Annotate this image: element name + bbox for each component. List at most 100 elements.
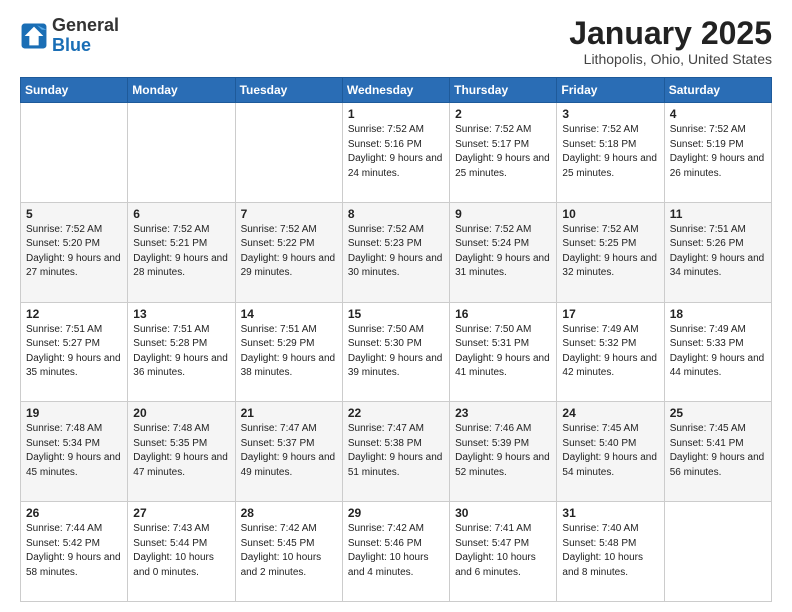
day-info: Sunrise: 7:52 AM Sunset: 5:24 PM Dayligh… xyxy=(455,223,551,281)
calendar-cell: 17 Sunrise: 7:49 AM Sunset: 5:32 PM Dayli… xyxy=(557,302,664,402)
day-info: Sunrise: 7:40 AM Sunset: 5:48 PM Dayligh… xyxy=(562,522,658,580)
day-number: 25 xyxy=(670,406,766,420)
day-number: 7 xyxy=(241,207,337,221)
header: General Blue January 2025 Lithopolis, Oh… xyxy=(20,16,772,67)
day-info: Sunrise: 7:41 AM Sunset: 5:47 PM Dayligh… xyxy=(455,522,551,580)
day-number: 20 xyxy=(133,406,229,420)
day-number: 9 xyxy=(455,207,551,221)
calendar-cell: 11 Sunrise: 7:51 AM Sunset: 5:26 PM Dayli… xyxy=(664,202,771,302)
col-saturday: Saturday xyxy=(664,78,771,103)
day-number: 6 xyxy=(133,207,229,221)
day-number: 19 xyxy=(26,406,122,420)
day-number: 15 xyxy=(348,307,444,321)
day-number: 16 xyxy=(455,307,551,321)
month-title: January 2025 xyxy=(569,16,772,51)
calendar-cell: 7 Sunrise: 7:52 AM Sunset: 5:22 PM Daylig… xyxy=(235,202,342,302)
day-info: Sunrise: 7:49 AM Sunset: 5:33 PM Dayligh… xyxy=(670,323,766,381)
calendar-week-3: 19 Sunrise: 7:48 AM Sunset: 5:34 PM Dayli… xyxy=(21,402,772,502)
calendar-cell: 29 Sunrise: 7:42 AM Sunset: 5:46 PM Dayli… xyxy=(342,502,449,602)
day-info: Sunrise: 7:48 AM Sunset: 5:35 PM Dayligh… xyxy=(133,422,229,480)
calendar-cell: 23Sunrise: 7:46 AM Sunset: 5:39 PM Dayli… xyxy=(450,402,557,502)
calendar-cell: 21Sunrise: 7:47 AM Sunset: 5:37 PM Dayli… xyxy=(235,402,342,502)
calendar-cell: 5 Sunrise: 7:52 AM Sunset: 5:20 PM Daylig… xyxy=(21,202,128,302)
day-number: 30 xyxy=(455,506,551,520)
day-number: 28 xyxy=(241,506,337,520)
day-info: Sunrise: 7:43 AM Sunset: 5:44 PM Dayligh… xyxy=(133,522,229,580)
day-number: 27 xyxy=(133,506,229,520)
day-info: Sunrise: 7:49 AM Sunset: 5:32 PM Dayligh… xyxy=(562,323,658,381)
day-number: 11 xyxy=(670,207,766,221)
logo-general-text: General xyxy=(52,15,119,35)
day-number: 24 xyxy=(562,406,658,420)
calendar-cell: 2 Sunrise: 7:52 AM Sunset: 5:17 PM Daylig… xyxy=(450,103,557,203)
day-info: Sunrise: 7:52 AM Sunset: 5:21 PM Dayligh… xyxy=(133,223,229,281)
day-info: Sunrise: 7:51 AM Sunset: 5:26 PM Dayligh… xyxy=(670,223,766,281)
day-info: Sunrise: 7:48 AM Sunset: 5:34 PM Dayligh… xyxy=(26,422,122,480)
day-info: Sunrise: 7:52 AM Sunset: 5:25 PM Dayligh… xyxy=(562,223,658,281)
col-sunday: Sunday xyxy=(21,78,128,103)
day-number: 12 xyxy=(26,307,122,321)
day-info: Sunrise: 7:42 AM Sunset: 5:45 PM Dayligh… xyxy=(241,522,337,580)
col-wednesday: Wednesday xyxy=(342,78,449,103)
page: General Blue January 2025 Lithopolis, Oh… xyxy=(0,0,792,612)
day-info: Sunrise: 7:47 AM Sunset: 5:37 PM Dayligh… xyxy=(241,422,337,480)
day-number: 1 xyxy=(348,107,444,121)
day-number: 17 xyxy=(562,307,658,321)
day-info: Sunrise: 7:52 AM Sunset: 5:23 PM Dayligh… xyxy=(348,223,444,281)
day-info: Sunrise: 7:52 AM Sunset: 5:20 PM Dayligh… xyxy=(26,223,122,281)
calendar-cell: 12 Sunrise: 7:51 AM Sunset: 5:27 PM Dayli… xyxy=(21,302,128,402)
calendar-table: Sunday Monday Tuesday Wednesday Thursday… xyxy=(20,77,772,602)
day-number: 8 xyxy=(348,207,444,221)
calendar-cell: 24 Sunrise: 7:45 AM Sunset: 5:40 PM Dayli… xyxy=(557,402,664,502)
calendar-week-0: 1 Sunrise: 7:52 AM Sunset: 5:16 PM Daylig… xyxy=(21,103,772,203)
location: Lithopolis, Ohio, United States xyxy=(569,51,772,67)
calendar-week-4: 26Sunrise: 7:44 AM Sunset: 5:42 PM Dayli… xyxy=(21,502,772,602)
day-number: 2 xyxy=(455,107,551,121)
day-info: Sunrise: 7:50 AM Sunset: 5:31 PM Dayligh… xyxy=(455,323,551,381)
col-friday: Friday xyxy=(557,78,664,103)
day-info: Sunrise: 7:47 AM Sunset: 5:38 PM Dayligh… xyxy=(348,422,444,480)
day-number: 29 xyxy=(348,506,444,520)
calendar-cell: 18 Sunrise: 7:49 AM Sunset: 5:33 PM Dayli… xyxy=(664,302,771,402)
day-number: 4 xyxy=(670,107,766,121)
calendar-cell: 20 Sunrise: 7:48 AM Sunset: 5:35 PM Dayli… xyxy=(128,402,235,502)
day-info: Sunrise: 7:52 AM Sunset: 5:16 PM Dayligh… xyxy=(348,123,444,181)
day-number: 5 xyxy=(26,207,122,221)
day-number: 31 xyxy=(562,506,658,520)
calendar-cell: 22 Sunrise: 7:47 AM Sunset: 5:38 PM Dayli… xyxy=(342,402,449,502)
day-info: Sunrise: 7:51 AM Sunset: 5:27 PM Dayligh… xyxy=(26,323,122,381)
calendar-cell: 25Sunrise: 7:45 AM Sunset: 5:41 PM Dayli… xyxy=(664,402,771,502)
day-info: Sunrise: 7:52 AM Sunset: 5:17 PM Dayligh… xyxy=(455,123,551,181)
day-info: Sunrise: 7:51 AM Sunset: 5:29 PM Dayligh… xyxy=(241,323,337,381)
day-number: 18 xyxy=(670,307,766,321)
calendar-week-2: 12 Sunrise: 7:51 AM Sunset: 5:27 PM Dayli… xyxy=(21,302,772,402)
calendar-cell: 16 Sunrise: 7:50 AM Sunset: 5:31 PM Dayli… xyxy=(450,302,557,402)
calendar-cell: 27 Sunrise: 7:43 AM Sunset: 5:44 PM Dayli… xyxy=(128,502,235,602)
calendar-cell xyxy=(664,502,771,602)
calendar-cell: 30 Sunrise: 7:41 AM Sunset: 5:47 PM Dayli… xyxy=(450,502,557,602)
col-tuesday: Tuesday xyxy=(235,78,342,103)
day-info: Sunrise: 7:44 AM Sunset: 5:42 PM Dayligh… xyxy=(26,522,122,580)
logo-blue-text: Blue xyxy=(52,35,91,55)
day-info: Sunrise: 7:46 AM Sunset: 5:39 PM Dayligh… xyxy=(455,422,551,480)
day-info: Sunrise: 7:42 AM Sunset: 5:46 PM Dayligh… xyxy=(348,522,444,580)
day-info: Sunrise: 7:50 AM Sunset: 5:30 PM Dayligh… xyxy=(348,323,444,381)
calendar-cell: 8 Sunrise: 7:52 AM Sunset: 5:23 PM Daylig… xyxy=(342,202,449,302)
calendar-cell: 19 Sunrise: 7:48 AM Sunset: 5:34 PM Dayli… xyxy=(21,402,128,502)
calendar-cell: 1 Sunrise: 7:52 AM Sunset: 5:16 PM Daylig… xyxy=(342,103,449,203)
calendar-cell xyxy=(128,103,235,203)
day-number: 22 xyxy=(348,406,444,420)
calendar-cell xyxy=(235,103,342,203)
calendar-cell xyxy=(21,103,128,203)
day-info: Sunrise: 7:45 AM Sunset: 5:40 PM Dayligh… xyxy=(562,422,658,480)
logo-icon xyxy=(20,22,48,50)
day-info: Sunrise: 7:52 AM Sunset: 5:22 PM Dayligh… xyxy=(241,223,337,281)
calendar-cell: 28 Sunrise: 7:42 AM Sunset: 5:45 PM Dayli… xyxy=(235,502,342,602)
day-info: Sunrise: 7:52 AM Sunset: 5:18 PM Dayligh… xyxy=(562,123,658,181)
calendar-cell: 14Sunrise: 7:51 AM Sunset: 5:29 PM Dayli… xyxy=(235,302,342,402)
title-block: January 2025 Lithopolis, Ohio, United St… xyxy=(569,16,772,67)
calendar-cell: 13Sunrise: 7:51 AM Sunset: 5:28 PM Dayli… xyxy=(128,302,235,402)
calendar-week-1: 5 Sunrise: 7:52 AM Sunset: 5:20 PM Daylig… xyxy=(21,202,772,302)
calendar-cell: 3Sunrise: 7:52 AM Sunset: 5:18 PM Daylig… xyxy=(557,103,664,203)
calendar-cell: 4Sunrise: 7:52 AM Sunset: 5:19 PM Daylig… xyxy=(664,103,771,203)
